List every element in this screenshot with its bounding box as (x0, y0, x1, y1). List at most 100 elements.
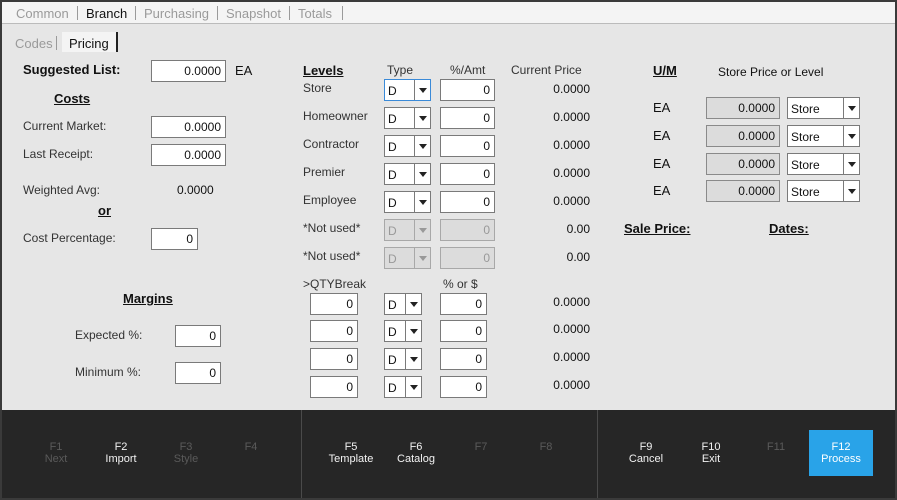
qty-type-select[interactable]: D (384, 293, 422, 315)
tab-totals[interactable]: Totals (298, 6, 332, 21)
tab-divider (135, 6, 136, 20)
um-level-select[interactable]: Store (787, 153, 860, 175)
f5-template-button[interactable]: F5 Template (319, 430, 383, 476)
dates-label: Dates: (769, 221, 809, 236)
level-type-select[interactable]: D (384, 191, 431, 213)
current-market-field[interactable]: 0.0000 (151, 116, 226, 138)
suggested-list-label: Suggested List: (23, 62, 121, 77)
amt-header: %/Amt (450, 63, 486, 77)
level-current-price: 0.0000 (553, 194, 590, 208)
subtab-codes[interactable]: Codes (15, 36, 53, 51)
qty-break-field[interactable]: 0 (310, 376, 358, 398)
um-level-value: Store (791, 130, 820, 144)
um-price-field[interactable]: 0.0000 (706, 180, 780, 202)
chevron-down-icon[interactable] (843, 126, 859, 146)
fkey-label: Template (328, 453, 374, 465)
level-amt-field[interactable]: 0 (440, 79, 495, 101)
f10-exit-button[interactable]: F10 Exit (679, 430, 743, 476)
tab-divider (289, 6, 290, 20)
minimum-field[interactable]: 0 (175, 362, 221, 384)
level-type-select[interactable]: D (384, 135, 431, 157)
f8-button: F8 (514, 430, 578, 476)
level-amt-field[interactable]: 0 (440, 107, 495, 129)
level-amt-field[interactable]: 0 (440, 135, 495, 157)
tab-purchasing[interactable]: Purchasing (144, 6, 209, 21)
qty-break-field[interactable]: 0 (310, 348, 358, 370)
last-receipt-field[interactable]: 0.0000 (151, 144, 226, 166)
minimum-label: Minimum %: (75, 365, 142, 379)
fkey-label: Exit (701, 453, 721, 465)
margins-heading: Margins (123, 291, 173, 306)
um-level-select[interactable]: Store (787, 97, 860, 119)
sub-tabbar: Codes Pricing (2, 32, 895, 52)
um-level-select[interactable]: Store (787, 180, 860, 202)
suggested-list-field[interactable]: 0.0000 (151, 60, 226, 82)
cost-percentage-label: Cost Percentage: (23, 231, 116, 245)
fkey-key: F10 (701, 441, 721, 453)
current-market-label: Current Market: (23, 119, 107, 133)
f7-button: F7 (449, 430, 513, 476)
function-key-bar: F1 Next F2 Import F3 Style F4 F5 Template F6… (2, 410, 895, 498)
chevron-down-icon[interactable] (405, 294, 421, 314)
level-type-value: D (388, 168, 397, 182)
f12-process-button[interactable]: F12 Process (809, 430, 873, 476)
level-type-value: D (388, 252, 397, 266)
um-price-field[interactable]: 0.0000 (706, 97, 780, 119)
level-type-select[interactable]: D (384, 163, 431, 185)
um-price-field[interactable]: 0.0000 (706, 125, 780, 147)
qty-amt-field[interactable]: 0 (440, 320, 487, 342)
qty-type-value: D (388, 353, 397, 367)
f2-import-button[interactable]: F2 Import (89, 430, 153, 476)
qty-type-select[interactable]: D (384, 320, 422, 342)
um-price-field[interactable]: 0.0000 (706, 153, 780, 175)
level-amt-field[interactable]: 0 (440, 191, 495, 213)
level-type-select[interactable]: D (384, 79, 431, 101)
f3-style-button: F3 Style (154, 430, 218, 476)
chevron-down-icon[interactable] (414, 192, 430, 212)
um-unit: EA (653, 156, 671, 171)
subtab-pricing[interactable]: Pricing (69, 36, 109, 51)
tab-divider (77, 6, 78, 20)
chevron-down-icon[interactable] (843, 154, 859, 174)
chevron-down-icon[interactable] (414, 136, 430, 156)
tab-common[interactable]: Common (16, 6, 69, 21)
level-type-value: D (388, 140, 397, 154)
chevron-down-icon (414, 220, 430, 240)
qty-amt-field[interactable]: 0 (440, 348, 487, 370)
chevron-down-icon[interactable] (405, 349, 421, 369)
qty-amt-field[interactable]: 0 (440, 293, 487, 315)
tab-snapshot[interactable]: Snapshot (226, 6, 281, 21)
fkey-label: Import (105, 453, 137, 465)
fkey-key: F9 (639, 441, 653, 453)
um-heading: U/M (653, 63, 677, 78)
qty-type-select[interactable]: D (384, 376, 422, 398)
chevron-down-icon[interactable] (405, 377, 421, 397)
fkey-key: F4 (244, 441, 258, 453)
chevron-down-icon[interactable] (843, 98, 859, 118)
qty-break-field[interactable]: 0 (310, 293, 358, 315)
costs-heading: Costs (54, 91, 91, 106)
suggested-list-unit: EA (235, 63, 253, 78)
f9-cancel-button[interactable]: F9 Cancel (614, 430, 678, 476)
chevron-down-icon[interactable] (843, 181, 859, 201)
um-level-select[interactable]: Store (787, 125, 860, 147)
level-amt-field[interactable]: 0 (440, 163, 495, 185)
expected-field[interactable]: 0 (175, 325, 221, 347)
chevron-down-icon[interactable] (414, 164, 430, 184)
tab-branch[interactable]: Branch (86, 6, 127, 21)
pct-or-dollar-label: % or $ (443, 277, 478, 291)
f6-catalog-button[interactable]: F6 Catalog (384, 430, 448, 476)
level-type-value: D (388, 196, 397, 210)
qty-current-price: 0.0000 (553, 350, 590, 364)
qty-type-select[interactable]: D (384, 348, 422, 370)
qty-break-field[interactable]: 0 (310, 320, 358, 342)
um-level-value: Store (791, 102, 820, 116)
level-type-select[interactable]: D (384, 107, 431, 129)
cost-percentage-field[interactable]: 0 (151, 228, 198, 250)
chevron-down-icon[interactable] (414, 80, 430, 100)
fkey-key: F6 (409, 441, 423, 453)
level-amt-field: 0 (440, 219, 495, 241)
qty-amt-field[interactable]: 0 (440, 376, 487, 398)
chevron-down-icon[interactable] (414, 108, 430, 128)
chevron-down-icon[interactable] (405, 321, 421, 341)
